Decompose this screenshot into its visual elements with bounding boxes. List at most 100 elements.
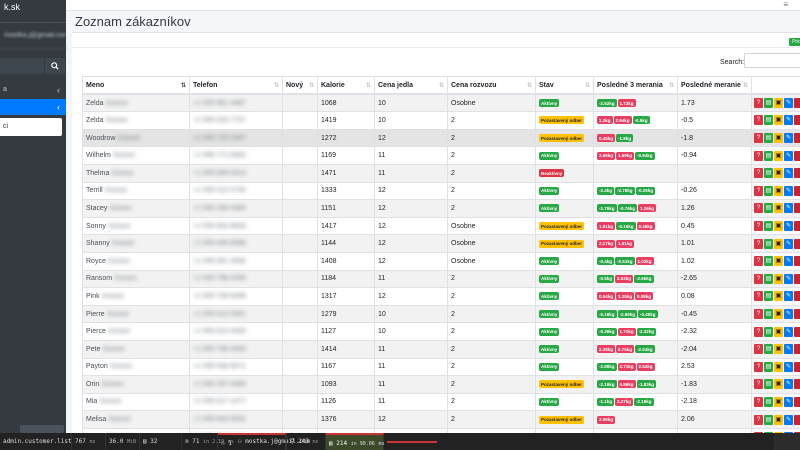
copy-icon[interactable]: ▤ xyxy=(764,344,773,355)
table-row[interactable]: Pink Xxxxxx +1 555 708 8268 1317 12 2 Aktívny… xyxy=(82,287,800,306)
brand-text[interactable]: k.sk xyxy=(0,0,66,23)
help-button[interactable]: ? xyxy=(754,98,763,109)
menu-icon[interactable]: ≡ xyxy=(783,0,788,9)
copy-icon[interactable]: ▤ xyxy=(764,414,773,425)
delete-button[interactable] xyxy=(794,98,800,109)
edit-icon[interactable]: ✎ xyxy=(784,115,793,126)
delete-button[interactable] xyxy=(794,133,800,144)
lock-icon[interactable]: ▣ xyxy=(774,203,783,214)
delete-button[interactable] xyxy=(794,115,800,126)
help-button[interactable]: ? xyxy=(754,414,763,425)
lock-icon[interactable]: ▣ xyxy=(774,221,783,232)
table-row[interactable]: Woodrow Xxxxxx +1 555 723 2007 1272 12 2 Poza… xyxy=(82,128,800,147)
table-row[interactable]: Orin Xxxxxx +1 555 257 4469 1093 11 2 Pozasta… xyxy=(82,375,800,394)
edit-icon[interactable]: ✎ xyxy=(784,238,793,249)
table-row[interactable]: Melisa Xxxxxx +1 555 643 0032 1376 12 2 Pozas… xyxy=(82,410,800,429)
table-row[interactable]: Terrill Xxxxxx +1 555 312 0745 1333 12 2 Aktí… xyxy=(82,181,800,200)
table-row[interactable]: Sonny Xxxxxx +1 555 604 8833 1417 12 Osobne P… xyxy=(82,216,800,235)
column-header-telefon[interactable]: Telefon ⇅ xyxy=(189,76,283,96)
copy-icon[interactable]: ▤ xyxy=(764,221,773,232)
debug-memory[interactable]: 36.0 MiB xyxy=(106,433,140,450)
debug-route[interactable]: admin.customer.list xyxy=(0,433,72,450)
lock-icon[interactable]: ▣ xyxy=(774,150,783,161)
help-button[interactable]: ? xyxy=(754,238,763,249)
table-row[interactable]: Shanny Xxxxxx +1 555 446 8095 1144 12 Osobne… xyxy=(82,234,800,253)
table-row[interactable]: Mia Xxxxxx +1 555 017 1477 1126 11 2 Aktívny -… xyxy=(82,392,800,411)
table-row[interactable]: Payton Xxxxxx +1 555 939 6071 1167 11 2 Aktív… xyxy=(82,357,800,376)
debug-queries[interactable]: ≋ 71 in 2.19 ms xyxy=(182,433,234,450)
debug-time[interactable]: 767 ms xyxy=(72,433,106,450)
help-button[interactable]: ? xyxy=(754,396,763,407)
edit-icon[interactable]: ✎ xyxy=(784,203,793,214)
copy-icon[interactable]: ▤ xyxy=(764,168,773,179)
column-header-posledne-3-merania[interactable]: Posledné 3 merania ⇅ xyxy=(593,76,678,96)
delete-button[interactable] xyxy=(794,238,800,249)
help-button[interactable]: ? xyxy=(754,168,763,179)
lock-icon[interactable]: ▣ xyxy=(774,309,783,320)
edit-icon[interactable]: ✎ xyxy=(784,256,793,267)
edit-icon[interactable]: ✎ xyxy=(784,344,793,355)
debug-bar-toggle[interactable] xyxy=(774,433,800,450)
edit-icon[interactable]: ✎ xyxy=(784,185,793,196)
lock-icon[interactable]: ▣ xyxy=(774,185,783,196)
help-button[interactable]: ? xyxy=(754,326,763,337)
copy-icon[interactable]: ▤ xyxy=(764,273,773,284)
delete-button[interactable] xyxy=(794,344,800,355)
help-button[interactable]: ? xyxy=(754,273,763,284)
debug-db[interactable]: ▤ 32 xyxy=(140,433,182,450)
edit-icon[interactable]: ✎ xyxy=(784,309,793,320)
delete-button[interactable] xyxy=(794,203,800,214)
table-row[interactable]: Zelda Xxxxxx +1 555 901 4487 1068 10 Osobne A… xyxy=(82,93,800,112)
column-header-cena-rozvozu[interactable]: Cena rozvozu ⇅ xyxy=(447,76,536,96)
table-row[interactable]: Wilhelm Xxxxxx +1 555 771 8302 1169 11 2 Aktí… xyxy=(82,146,800,165)
delete-button[interactable] xyxy=(794,309,800,320)
edit-icon[interactable]: ✎ xyxy=(784,168,793,179)
search-input[interactable] xyxy=(744,53,800,68)
edit-icon[interactable]: ✎ xyxy=(784,291,793,302)
delete-button[interactable] xyxy=(794,361,800,372)
edit-icon[interactable]: ✎ xyxy=(784,98,793,109)
delete-button[interactable] xyxy=(794,396,800,407)
column-header-novy[interactable]: Nový ⇅ xyxy=(282,76,318,96)
delete-button[interactable] xyxy=(794,221,800,232)
copy-icon[interactable]: ▤ xyxy=(764,379,773,390)
help-button[interactable]: ? xyxy=(754,379,763,390)
copy-icon[interactable]: ▤ xyxy=(764,203,773,214)
copy-icon[interactable]: ▤ xyxy=(764,115,773,126)
help-button[interactable]: ? xyxy=(754,203,763,214)
copy-icon[interactable]: ▤ xyxy=(764,185,773,196)
lock-icon[interactable]: ▣ xyxy=(774,98,783,109)
edit-icon[interactable]: ✎ xyxy=(784,273,793,284)
copy-icon[interactable]: ▤ xyxy=(764,150,773,161)
delete-button[interactable] xyxy=(794,273,800,284)
edit-icon[interactable]: ✎ xyxy=(784,414,793,425)
delete-button[interactable] xyxy=(794,150,800,161)
lock-icon[interactable]: ▣ xyxy=(774,414,783,425)
help-button[interactable]: ? xyxy=(754,115,763,126)
delete-button[interactable] xyxy=(794,168,800,179)
help-button[interactable]: ? xyxy=(754,185,763,196)
debug-events[interactable]: ⚲ 243 ms xyxy=(286,433,326,450)
delete-button[interactable] xyxy=(794,291,800,302)
debug-db-queries[interactable]: ▤ 214 in 90.06 ms xyxy=(326,433,384,450)
lock-icon[interactable]: ▣ xyxy=(774,291,783,302)
lock-icon[interactable]: ▣ xyxy=(774,238,783,249)
help-button[interactable]: ? xyxy=(754,150,763,161)
column-header-stav[interactable]: Stav ⇅ xyxy=(535,76,594,96)
sidebar-bottom-button[interactable] xyxy=(20,425,64,433)
edit-icon[interactable]: ✎ xyxy=(784,379,793,390)
copy-icon[interactable]: ▤ xyxy=(764,133,773,144)
sidebar-item-customers[interactable]: ‹ xyxy=(0,99,66,115)
help-button[interactable]: ? xyxy=(754,291,763,302)
lock-icon[interactable]: ▣ xyxy=(774,168,783,179)
lock-icon[interactable]: ▣ xyxy=(774,361,783,372)
delete-button[interactable] xyxy=(794,326,800,337)
sidebar-search-input[interactable] xyxy=(0,58,44,74)
sidebar-user[interactable]: mostka.j@gmail.com xyxy=(0,23,66,49)
column-header-posledne-meranie[interactable]: Posledné meranie ⇅ xyxy=(677,76,752,96)
lock-icon[interactable]: ▣ xyxy=(774,379,783,390)
sidebar-search-button[interactable] xyxy=(44,58,65,74)
edit-icon[interactable]: ✎ xyxy=(784,326,793,337)
edit-icon[interactable]: ✎ xyxy=(784,396,793,407)
table-row[interactable]: Ransom Xxxxxx +1 555 788 4180 1184 11 2 Aktív… xyxy=(82,269,800,288)
